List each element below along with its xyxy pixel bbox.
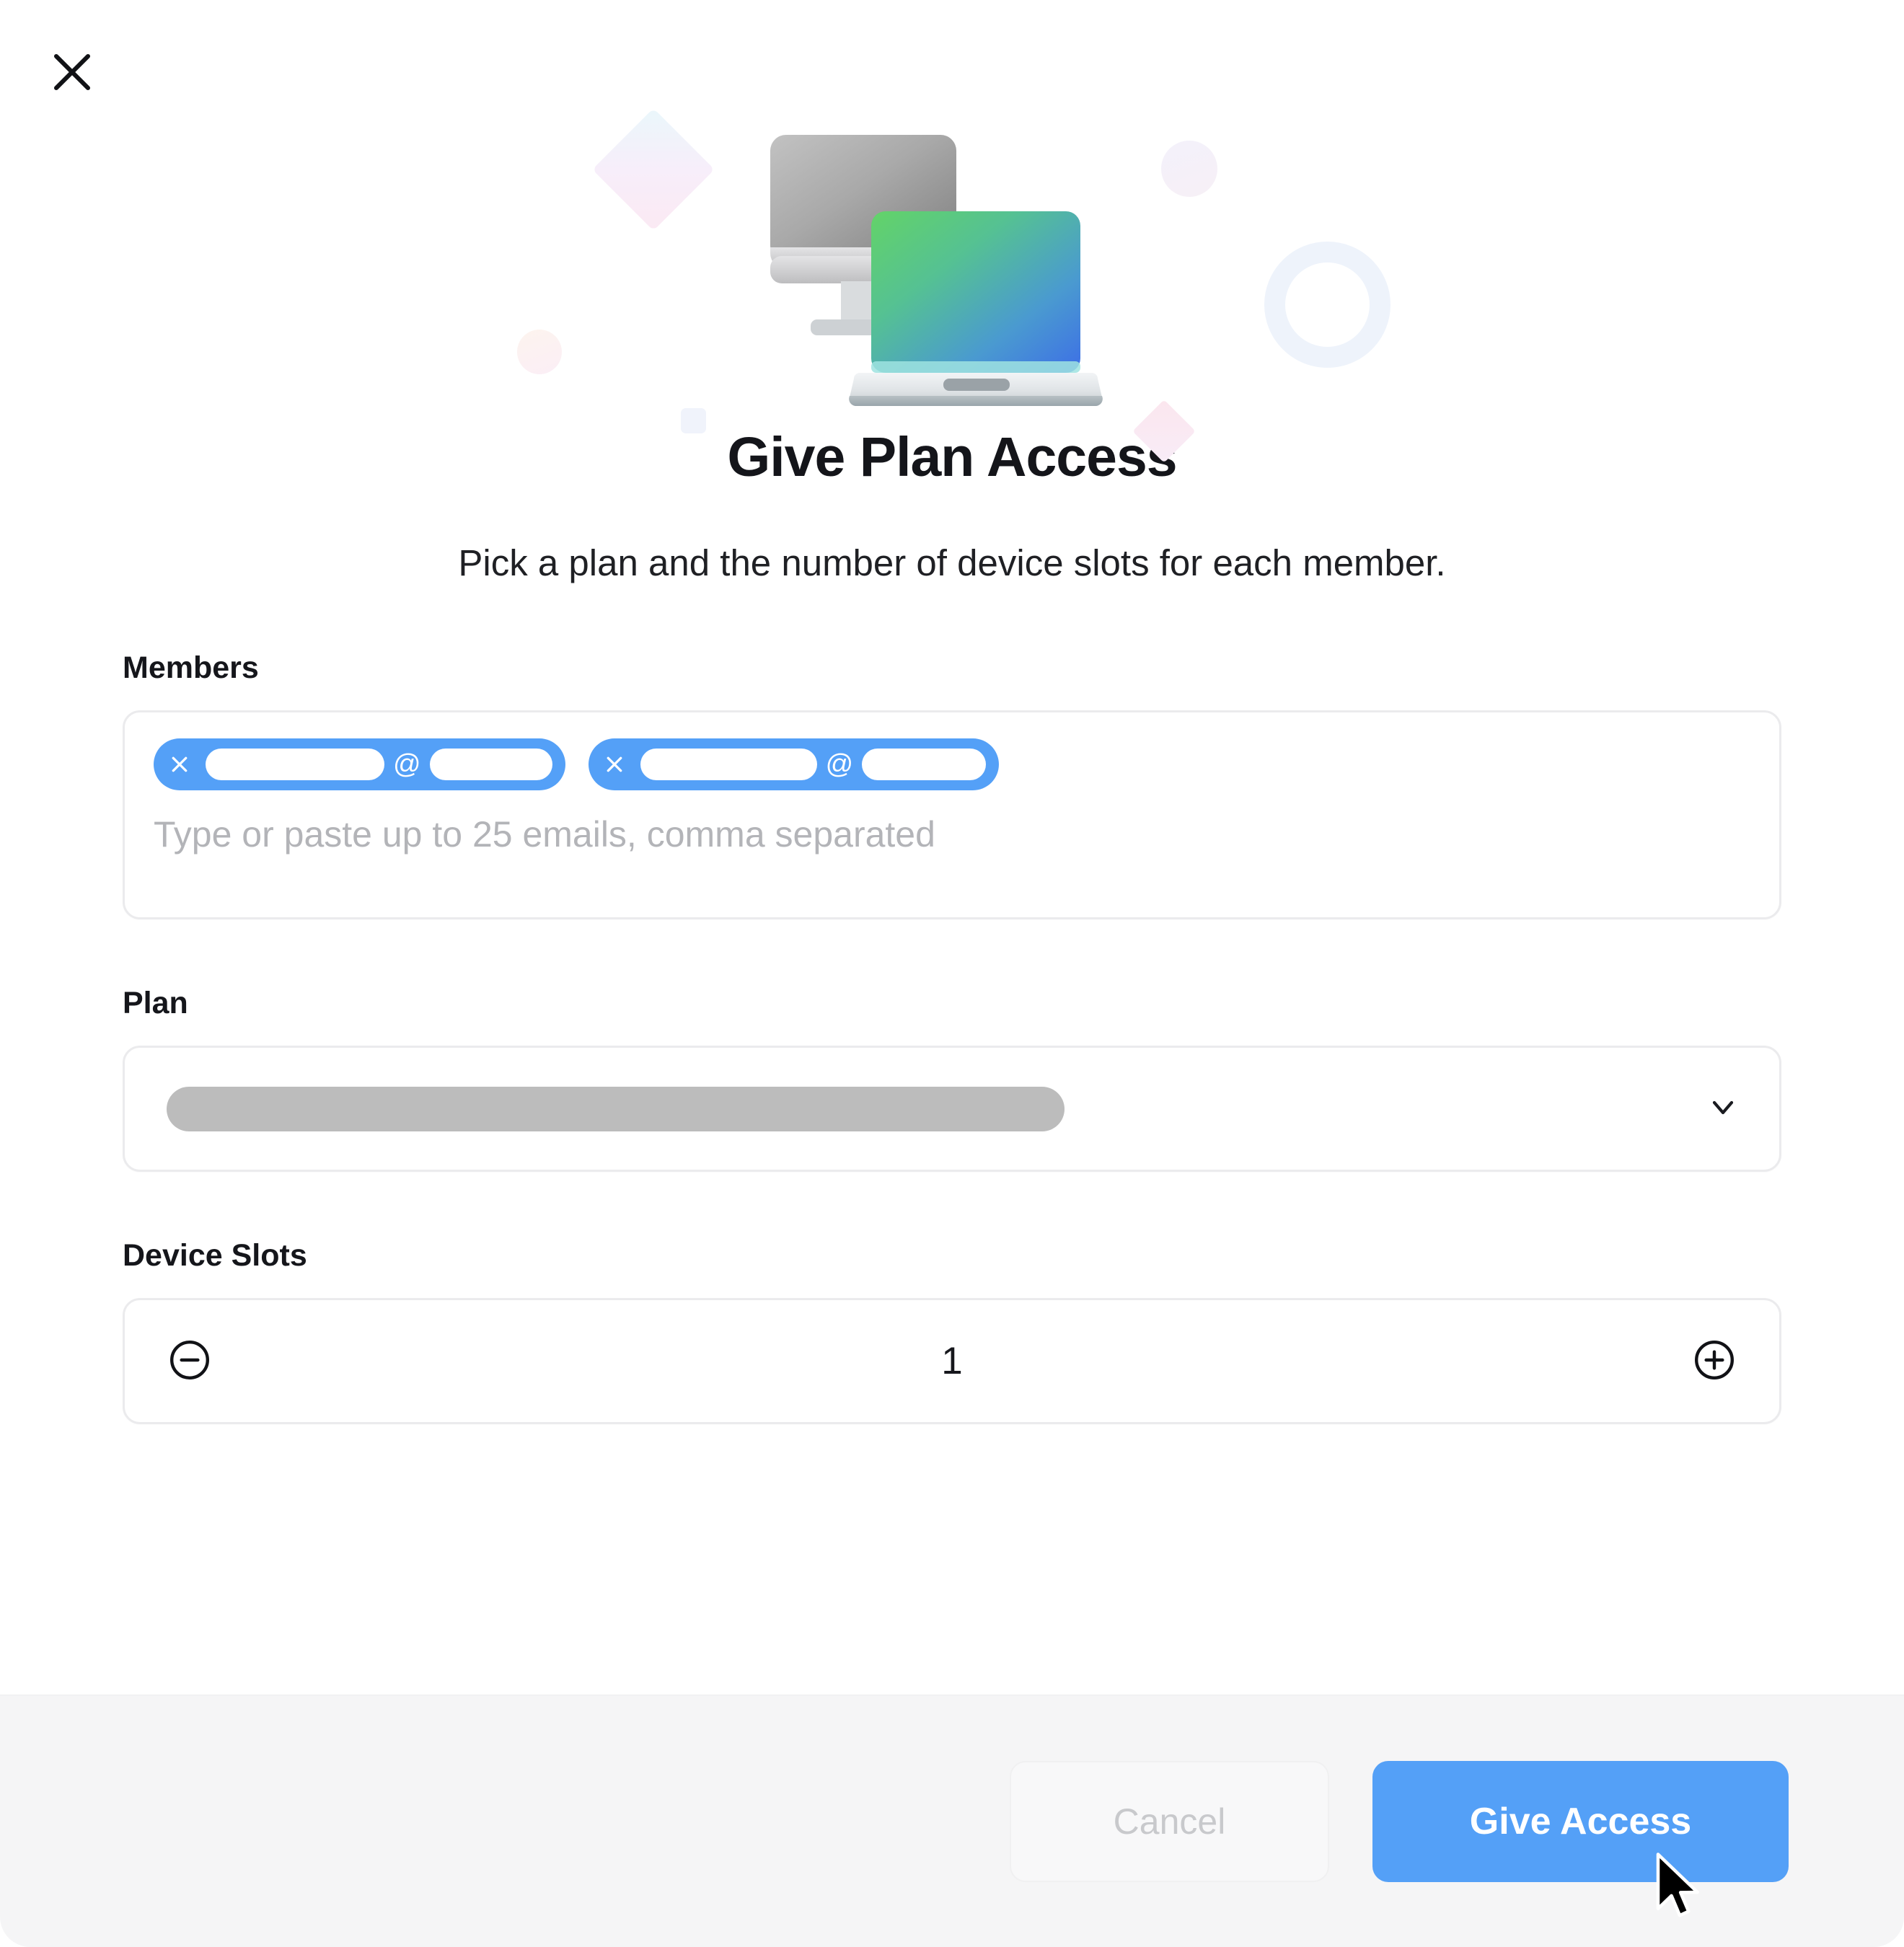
email-at-symbol: @: [825, 749, 854, 780]
close-icon[interactable]: [164, 749, 195, 780]
plus-circle-icon: [1692, 1338, 1737, 1385]
give-access-button[interactable]: Give Access: [1372, 1760, 1789, 1882]
close-icon[interactable]: [599, 749, 630, 780]
members-section: Members @ @ Type or paste up to 25 email…: [123, 650, 1781, 919]
laptop-icon: [849, 211, 1103, 407]
device-slots-value: 1: [941, 1340, 963, 1382]
devices-illustration: [0, 0, 1904, 463]
device-slots-stepper: 1: [123, 1298, 1781, 1424]
email-domain-redaction: [429, 749, 552, 780]
give-plan-access-modal: Give Plan Access Pick a plan and the num…: [0, 0, 1904, 1947]
members-label: Members: [123, 650, 259, 685]
decoration-ring-blue: [1264, 242, 1390, 368]
modal-body: Give Plan Access Pick a plan and the num…: [0, 0, 1904, 1695]
email-at-symbol: @: [393, 749, 421, 780]
close-button[interactable]: [38, 37, 107, 107]
email-local-redaction: [206, 749, 384, 780]
page-title: Give Plan Access: [727, 426, 1177, 488]
plan-value-redaction: [167, 1086, 1065, 1131]
decoration-diamond-lilac: [592, 108, 715, 231]
device-slots-label: Device Slots: [123, 1238, 307, 1273]
email-domain-redaction: [862, 749, 987, 780]
modal-footer: Cancel Give Access: [0, 1695, 1904, 1947]
decoration-square-blue: [681, 408, 706, 433]
close-icon: [48, 48, 96, 96]
increment-button[interactable]: [1688, 1335, 1740, 1387]
cancel-button[interactable]: Cancel: [1010, 1760, 1329, 1882]
devices-svg: [770, 135, 1103, 407]
plan-select[interactable]: [123, 1046, 1781, 1172]
device-slots-section: Device Slots 1: [123, 1238, 1781, 1424]
email-local-redaction: [640, 749, 817, 780]
member-chip[interactable]: @: [588, 738, 1000, 790]
plan-label: Plan: [123, 986, 188, 1020]
page-subtitle: Pick a plan and the number of device slo…: [458, 542, 1446, 583]
plan-section: Plan: [123, 986, 1781, 1172]
member-chip[interactable]: @: [154, 738, 565, 790]
decoration-circle-pink: [517, 330, 562, 374]
chevron-down-icon: [1706, 1090, 1740, 1128]
decoration-circle-lavender: [1161, 141, 1217, 197]
members-placeholder: Type or paste up to 25 emails, comma sep…: [154, 814, 935, 855]
members-input[interactable]: @ @ Type or paste up to 25 emails, comma…: [123, 710, 1781, 919]
minus-circle-icon: [167, 1338, 212, 1385]
member-chip-list: @ @: [154, 738, 1750, 790]
decrement-button[interactable]: [164, 1335, 216, 1387]
